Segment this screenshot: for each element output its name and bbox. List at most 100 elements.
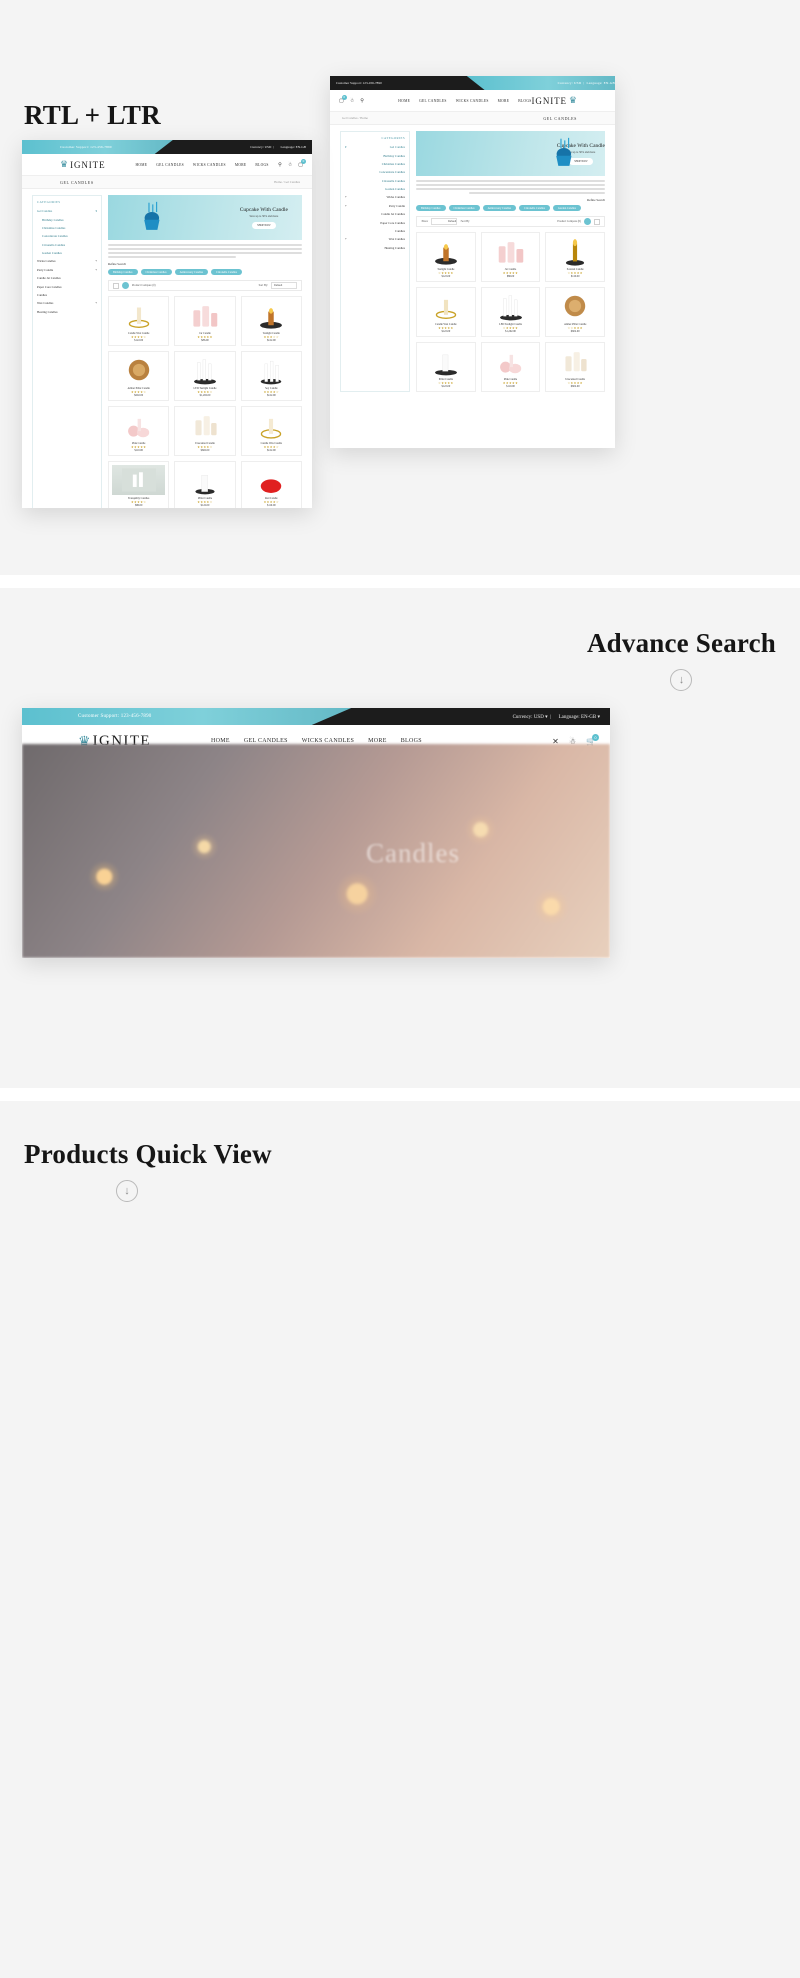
product-card[interactable]: Pillar Candle ★★★★☆ $122.00 [174,461,236,508]
sidebar-item[interactable]: Paper Core Candles [37,282,97,290]
sidebar-item[interactable]: Candle Jet Candles [345,210,405,218]
sidebar-item[interactable]: Christmas Candles [345,160,405,168]
breadcrumb[interactable]: Home / Gel Candles [274,180,300,184]
rtl-currency-language[interactable]: Currency: USD | Language: EN-GB [558,81,615,85]
sidebar-item[interactable]: Candles [37,291,97,299]
rtl-hero-banner[interactable]: Cupcake With Candle Save up to 30% and m… [416,131,605,176]
product-card[interactable]: LED Tealight Candle ★★★★☆ $1,202.00 [480,287,541,338]
sort-select[interactable]: Default [431,218,458,226]
cart-icon[interactable]: ▢ 0 [339,94,347,104]
product-card[interactable]: Scented Candle ★★★★☆ $110.00 [545,232,605,283]
chevron-down-icon[interactable]: ▾ [345,145,347,149]
ltr-currency-language[interactable]: Currency: USD | Language: EN-GB [245,145,306,149]
ltr-product-toolbar[interactable]: Product Compare (0) Sort By: Default [108,280,302,292]
sidebar-item[interactable]: Wax Candles + [345,235,405,243]
sidebar-item[interactable]: Candles [345,227,405,235]
cart-icon[interactable]: ▢ 0 [298,158,306,168]
sidebar-item-gel-candles[interactable]: Gel Candles ▾ [37,207,97,215]
product-card[interactable]: LED Tealight Candle ★★★★☆ $1,202.00 [174,351,236,402]
plus-icon[interactable]: + [345,204,347,208]
refine-tag[interactable]: Citronella Candles [519,205,551,212]
product-card[interactable]: Amber Pillar Candle ★★★☆☆ $602.00 [545,287,605,338]
refine-tag[interactable]: Anniversary Candles [482,205,517,212]
nav-item-blogs[interactable]: BLOGS [255,163,268,167]
grid-view-icon[interactable] [122,282,129,290]
sidebar-item[interactable]: Party Candle + [345,202,405,210]
product-card[interactable]: Pink Candle ★★★★★ $110.00 [480,342,541,393]
nav-item-more[interactable]: MORE [235,163,247,167]
plus-icon[interactable]: + [95,259,97,263]
rtl-nav-links[interactable]: BLOGS MORE WICKS CANDLES GEL CANDLES HOM… [398,99,531,103]
rtl-nav-icons[interactable]: ⚲ ☃ ▢ 0 [339,94,364,104]
ltr-nav-icons[interactable]: ⚲ ☃ ▢ 0 [278,158,306,168]
nav-item[interactable]: MORE [498,99,510,103]
search-icon[interactable]: ⚲ [278,162,282,168]
sidebar-item[interactable]: Heating Candles [345,244,405,252]
refine-tag[interactable]: Christmas Candles [140,269,172,276]
product-card[interactable]: Amber Pillar Candle ★★★★☆ $602.00 [108,351,170,402]
sidebar-item[interactable]: Wax Candles + [37,299,97,307]
refine-tag[interactable]: Anniversary Candles [174,269,209,276]
product-card[interactable]: Jar Candle ★★★★★ $86.00 [480,232,541,283]
product-compare-label[interactable]: Product Compare (0) [132,284,156,287]
nav-item[interactable]: GEL CANDLES [419,99,447,103]
refine-tag-list[interactable]: Birthday Candles Christmas Candles Anniv… [416,205,605,212]
breadcrumb[interactable]: Gel Candles / Home [342,116,368,120]
refine-tag[interactable]: Birthday Candles [416,205,446,212]
sidebar-item[interactable]: Birthday Candles [345,151,405,159]
adv-currency-language[interactable]: Currency: USD ▾ | Language: EN-GB ▾ [508,714,600,720]
ltr-nav-links[interactable]: HOME GEL CANDLES WICKS CANDLES MORE BLOG… [135,163,268,167]
refine-tag[interactable]: Birthday Candles [108,269,138,276]
list-view-icon[interactable] [594,218,600,225]
product-compare-label[interactable]: Product Compare (0) [557,220,581,223]
nav-item[interactable]: WICKS CANDLES [456,99,489,103]
product-card[interactable]: Candle Wax Candle ★★★★★ $122.00 [416,287,476,338]
account-icon[interactable]: ☃ [288,162,292,168]
ltr-brand[interactable]: ♛ IGNITE [60,160,105,170]
plus-icon[interactable]: + [345,195,347,199]
ltr-hero-banner[interactable]: Cupcake With Candle Save up to 30% and m… [108,195,302,240]
product-card[interactable]: Candle Wax Candle ★★★★☆ $122.00 [108,296,170,347]
hero-shop-now-button[interactable]: SHOP NOW [251,221,276,229]
sidebar-item[interactable]: Concentrate Candles [37,232,97,240]
chevron-down-icon[interactable]: ▾ [95,209,97,213]
sidebar-item[interactable]: Paper Core Candles [345,218,405,226]
sidebar-item[interactable]: Citronella Candles [37,241,97,249]
list-view-icon[interactable] [113,282,119,289]
ltr-category-sidebar[interactable]: CATEGORIES Gel Candles ▾ Birthday Candles… [32,195,102,508]
rtl-category-sidebar[interactable]: CATEGORIES Gel Candles ▾ Birthday Candles… [340,131,410,393]
sidebar-item[interactable]: Wicks Candles + [345,193,405,201]
rtl-brand[interactable]: ♛ IGNITE [532,96,577,106]
product-card[interactable]: Candle Wax Candle ★★★★☆ $122.00 [240,406,302,457]
sidebar-item[interactable]: Garden Candles [37,249,97,257]
product-card[interactable]: Pink Candle ★★★★★ $110.00 [108,406,170,457]
refine-tag-list[interactable]: Birthday Candles Christmas Candles Anniv… [108,269,302,276]
refine-tag[interactable]: Citronella Candles [211,269,243,276]
sidebar-item[interactable]: Concentrate Candles [345,168,405,176]
advance-search-storefront[interactable]: Customer Support: 123-456-7890 Currency:… [22,708,610,958]
sidebar-item[interactable]: Heating Candles [37,308,97,316]
nav-item[interactable]: HOME [398,99,410,103]
refine-tag[interactable]: Christmas Candles [448,205,480,212]
sort-select[interactable]: Default [271,282,297,290]
plus-icon[interactable]: + [95,268,97,272]
sidebar-item[interactable]: Birthday Candles [37,215,97,223]
sidebar-item[interactable]: Wicks Candles + [37,257,97,265]
plus-icon[interactable]: + [95,301,97,305]
refine-tag[interactable]: Garden Candles [553,205,581,212]
account-icon[interactable]: ☃ [350,98,354,104]
product-card[interactable]: Soy Candle ★★★★☆ $122.00 [240,351,302,402]
search-icon[interactable]: ⚲ [360,98,364,104]
plus-icon[interactable]: + [345,237,347,241]
product-card[interactable]: Unscented Candle ★★★★☆ $602.00 [545,342,605,393]
nav-item-wicks-candles[interactable]: WICKS CANDLES [193,163,226,167]
sidebar-item[interactable]: Citronella Candles [345,177,405,185]
sidebar-item[interactable]: Christmas Candles [37,224,97,232]
rtl-storefront-mockup[interactable]: Currency: USD | Language: EN-GB Customer… [330,76,615,448]
product-card[interactable]: Unscented Candle ★★★★☆ $602.00 [174,406,236,457]
ltr-storefront-mockup[interactable]: Customer Support: 123-456-7890 Currency:… [22,140,312,508]
grid-view-icon[interactable] [584,218,591,226]
sidebar-item[interactable]: Candle Jet Candles [37,274,97,282]
product-card[interactable]: Tealight Candle ★★★☆☆ $122.00 [240,296,302,347]
product-card[interactable]: Red Candle ★★★★☆ $110.00 [240,461,302,508]
